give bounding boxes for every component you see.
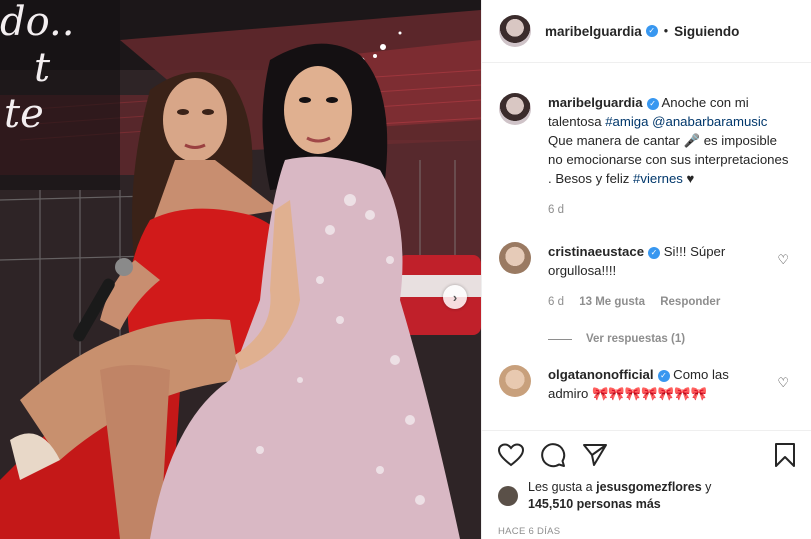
post-header: maribelguardia ✓ • Siguiendo	[482, 0, 811, 63]
liker-avatar[interactable]	[498, 486, 518, 506]
chevron-right-icon: ›	[452, 289, 458, 305]
share-icon[interactable]	[582, 443, 608, 470]
like-comment-heart-icon[interactable]: ♡	[777, 252, 789, 268]
caption: maribelguardia ✓ Anoche con mi talentosa …	[499, 93, 795, 220]
commenter-username[interactable]: olgatanonofficial	[548, 367, 654, 382]
liker-username[interactable]: jesusgomezflores	[596, 480, 702, 494]
post-actions: Les gusta a jesusgomezflores y 145,510 p…	[482, 430, 811, 537]
comment-item: olgatanonofficial ✓ Como las admiro 🎀🎀🎀🎀🎀…	[499, 365, 795, 403]
instagram-post-view: do.. t te › maribelguardia ✓ • Siguiendo…	[0, 0, 811, 539]
author-username[interactable]: maribelguardia	[545, 24, 642, 39]
likes-prefix: Les gusta a	[528, 480, 597, 494]
verified-icon: ✓	[646, 97, 659, 110]
caption-body: maribelguardia ✓ Anoche con mi talentosa …	[548, 93, 795, 220]
comment-meta: 6 d 13 Me gusta Responder	[548, 293, 761, 312]
hashtag-amiga[interactable]: #amiga	[605, 114, 648, 129]
caption-username[interactable]: maribelguardia	[548, 95, 643, 110]
commenter-avatar[interactable]	[499, 365, 531, 397]
caption-text: maribelguardia ✓ Anoche con mi talentosa …	[548, 93, 795, 188]
ribbon-emojis: 🎀🎀🎀🎀🎀🎀🎀	[591, 386, 707, 401]
stage-text-line1: do..	[0, 0, 75, 45]
likes-mid: y	[701, 480, 712, 494]
verified-icon: ✓	[657, 369, 670, 382]
hashtag-viernes[interactable]: #viernes	[633, 171, 683, 186]
verified-icon: ✓	[645, 25, 658, 37]
likes-summary: Les gusta a jesusgomezflores y 145,510 p…	[498, 479, 796, 513]
separator-dot: •	[663, 24, 669, 38]
author-avatar[interactable]	[499, 15, 531, 47]
stage-text-line2: t	[34, 45, 51, 91]
commenter-avatar[interactable]	[499, 242, 531, 274]
stage-text: do.. t te	[0, 2, 74, 134]
verified-icon: ✓	[648, 246, 661, 259]
comment-item: cristinaeustace ✓ Si!!! Súper orgullosa!!…	[499, 242, 795, 312]
caption-time-value: 6 d	[548, 204, 564, 216]
comment-time[interactable]: 6 d	[548, 296, 564, 308]
likes-text: Les gusta a jesusgomezflores y 145,510 p…	[528, 479, 711, 513]
replies-line	[548, 338, 572, 340]
likes-count[interactable]: 145,510 personas más	[528, 497, 661, 511]
caption-heart: ♥	[682, 171, 695, 186]
post-photo[interactable]: do.. t te ›	[0, 0, 481, 539]
comment-icon[interactable]	[540, 442, 566, 471]
view-replies-label: Ver respuestas (1)	[586, 333, 686, 345]
comment-body: olgatanonofficial ✓ Como las admiro 🎀🎀🎀🎀🎀…	[548, 365, 795, 403]
mention-link[interactable]: @anabarbaramusic	[652, 114, 767, 129]
comment-body: cristinaeustace ✓ Si!!! Súper orgullosa!!…	[548, 242, 795, 312]
stage-text-line3: te	[4, 91, 44, 137]
next-photo-button[interactable]: ›	[443, 285, 467, 309]
like-comment-heart-icon[interactable]: ♡	[777, 375, 789, 391]
post-side-panel: maribelguardia ✓ • Siguiendo maribelguar…	[481, 0, 811, 539]
heart-icon[interactable]	[497, 442, 525, 470]
reply-button[interactable]: Responder	[660, 296, 720, 308]
comments-list[interactable]: maribelguardia ✓ Anoche con mi talentosa …	[482, 63, 811, 429]
action-icons	[497, 441, 796, 471]
caption-time[interactable]: 6 d	[548, 201, 795, 220]
view-replies-button[interactable]: Ver respuestas (1)	[548, 333, 795, 345]
commenter-username[interactable]: cristinaeustace	[548, 244, 644, 259]
post-time-ago[interactable]: HACE 6 DÍAS	[498, 526, 796, 537]
following-button[interactable]: Siguiendo	[674, 24, 739, 39]
caption-avatar[interactable]	[499, 93, 531, 125]
comment-likes[interactable]: 13 Me gusta	[579, 296, 645, 308]
bookmark-icon[interactable]	[774, 442, 796, 471]
